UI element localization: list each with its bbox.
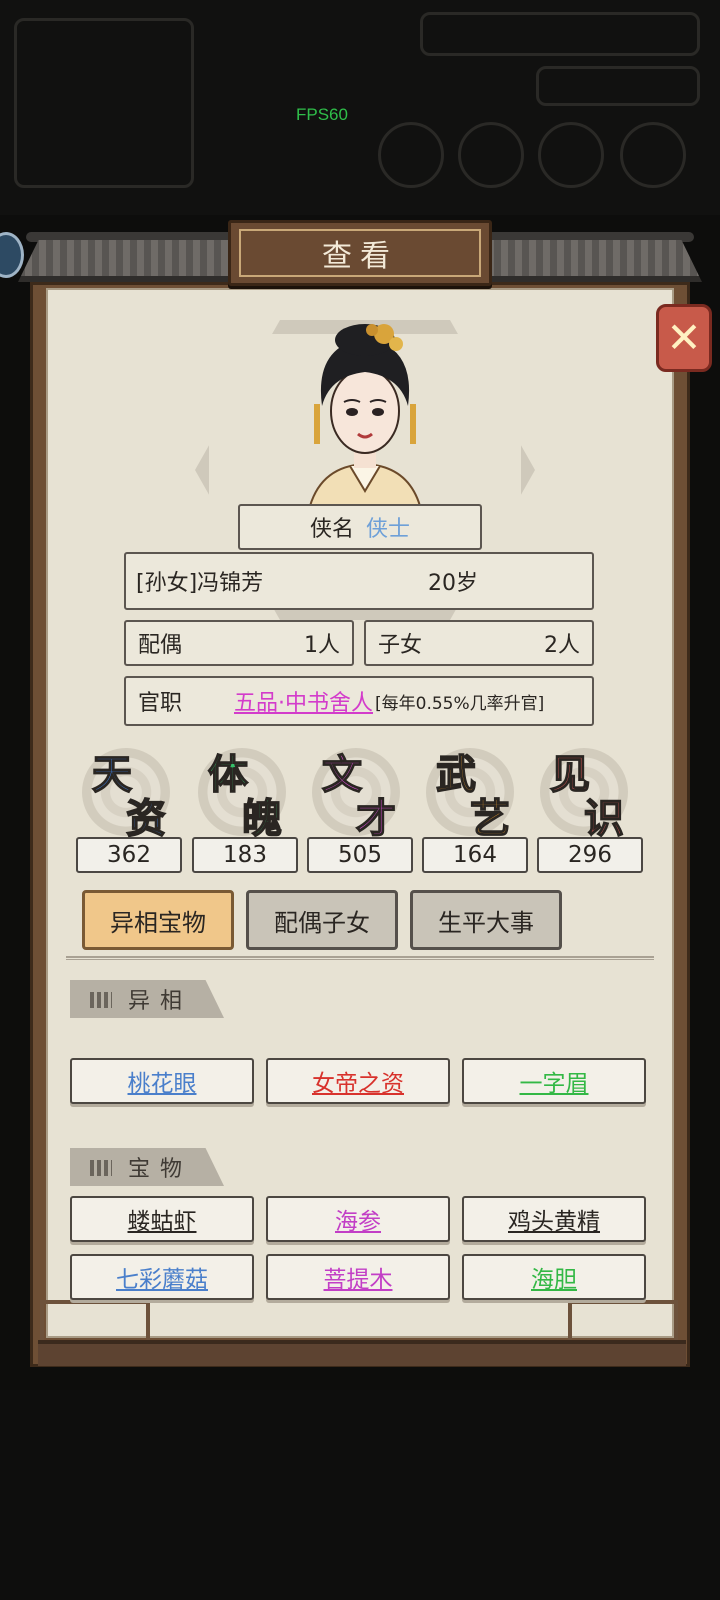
relation-name: [孙女]冯锦芳 [136, 571, 264, 596]
attribute-martial: 武 艺 [418, 742, 522, 843]
traits-section-header: 异相 [70, 980, 224, 1018]
treasure-label: 蝼蛄虾 [127, 1209, 197, 1235]
treasure-label: 海参 [335, 1209, 381, 1235]
treasure-label: 海胆 [531, 1267, 577, 1293]
background-resource-bar [420, 12, 700, 56]
treasure-chip[interactable]: 海参 [266, 1196, 450, 1242]
trait-chip[interactable]: 桃花眼 [70, 1058, 254, 1104]
literary-value: 505 [307, 837, 413, 873]
close-icon: ✕ [666, 313, 702, 362]
office-row: 官职 五品·中书舍人 [每年0.55%几率升官] [124, 676, 594, 726]
treasures-section-header: 宝物 [70, 1148, 224, 1186]
children-count: 2人 [544, 633, 580, 658]
attribute-literary: 文 才 [304, 742, 408, 843]
tab-spouse-children[interactable]: 配偶子女 [246, 890, 398, 950]
office-label: 官职 [138, 691, 183, 716]
attribute-char-2: 才 [355, 794, 397, 843]
attribute-knowledge: 见 识 [532, 742, 636, 843]
treasure-label: 菩提木 [323, 1267, 393, 1293]
attribute-char-2: 魄 [241, 794, 283, 843]
attribute-char-2: 艺 [469, 794, 511, 843]
railing-right [568, 1300, 678, 1342]
edge-badge-icon [0, 232, 24, 278]
tab-traits-treasures[interactable]: 异相宝物 [82, 890, 234, 950]
section-divider [66, 956, 654, 960]
background-footer [0, 1390, 720, 1600]
attribute-physique: 体 魄 [190, 742, 294, 843]
close-button[interactable]: ✕ [656, 304, 712, 372]
martial-value: 164 [422, 837, 528, 873]
background-menu-icon [620, 122, 686, 188]
title-plaque: 查看 [228, 220, 492, 286]
office-promotion-note: [每年0.55%几率升官] [375, 693, 545, 714]
spouse-row: 配偶 1人 [124, 620, 354, 666]
trait-label: 一字眉 [519, 1071, 589, 1097]
treasure-chip[interactable]: 菩提木 [266, 1254, 450, 1300]
railing-left [40, 1300, 150, 1342]
hero-name-label: 侠名 [309, 517, 354, 542]
treasure-chip[interactable]: 海胆 [462, 1254, 646, 1300]
stairs-ornament-icon [90, 1160, 112, 1176]
dialog-title: 查看 [322, 239, 398, 274]
children-row: 子女 2人 [364, 620, 594, 666]
physique-value: 183 [192, 837, 298, 873]
hero-name-box: 侠名 侠士 [238, 504, 482, 550]
treasure-label: 七彩蘑菇 [116, 1267, 208, 1293]
attribute-char-2: 资 [125, 794, 167, 843]
age-value: 20岁 [428, 571, 478, 596]
tab-life-events[interactable]: 生平大事 [410, 890, 562, 950]
trait-chip[interactable]: 一字眉 [462, 1058, 646, 1104]
treasures-section-label: 宝物 [128, 1157, 193, 1182]
talent-value: 362 [76, 837, 182, 873]
background-resource-bar-2 [536, 66, 700, 106]
fps-counter: FPS60 [296, 105, 348, 124]
office-rank-link[interactable]: 五品·中书舍人 [234, 685, 373, 717]
dialog-base [38, 1340, 686, 1366]
traits-section-label: 异相 [128, 989, 193, 1014]
trait-label: 桃花眼 [127, 1071, 197, 1097]
treasure-label: 鸡头黄精 [508, 1209, 600, 1235]
attribute-char-2: 识 [583, 794, 625, 843]
spouse-count: 1人 [304, 633, 340, 658]
background-avatar-frame [14, 18, 194, 188]
treasure-chip[interactable]: 七彩蘑菇 [70, 1254, 254, 1300]
treasure-chip[interactable]: 鸡头黄精 [462, 1196, 646, 1242]
background-menu-icon [538, 122, 604, 188]
spouse-label: 配偶 [138, 633, 183, 658]
children-label: 子女 [378, 633, 423, 658]
trait-label: 女帝之资 [312, 1071, 404, 1097]
background-menu-icon [458, 122, 524, 188]
character-portrait [308, 324, 422, 506]
stairs-ornament-icon [90, 992, 112, 1008]
hero-name-title: 侠士 [366, 517, 411, 542]
treasure-chip[interactable]: 蝼蛄虾 [70, 1196, 254, 1242]
trait-chip[interactable]: 女帝之资 [266, 1058, 450, 1104]
background-menu-icon [378, 122, 444, 188]
identity-row: [孙女]冯锦芳 20岁 [124, 552, 594, 610]
knowledge-value: 296 [537, 837, 643, 873]
attribute-talent: 天 资 [74, 742, 178, 843]
